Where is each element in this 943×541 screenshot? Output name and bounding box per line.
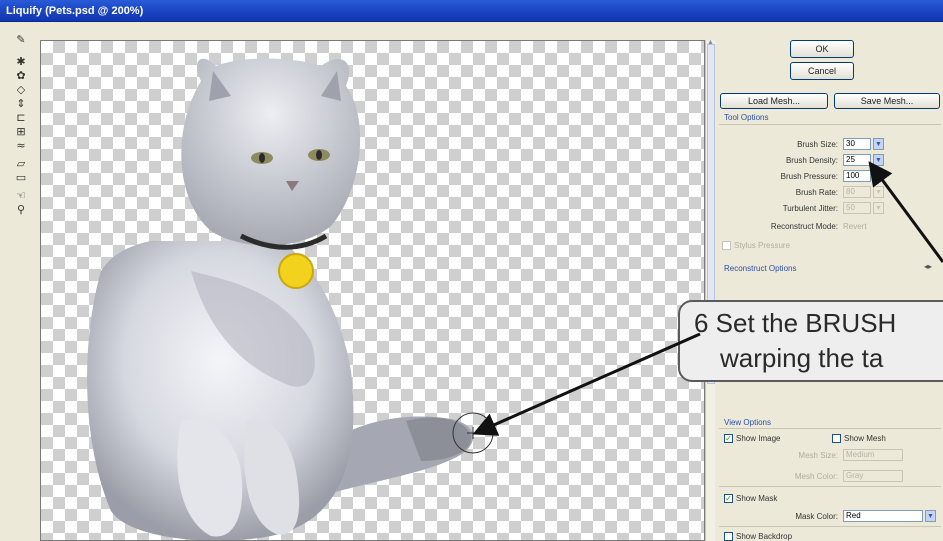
callout-layer: 6 Set the BRUSH warping the ta [0, 0, 943, 541]
arrow-to-canvas-icon [472, 332, 701, 436]
callout-arrows [472, 161, 943, 436]
arrow-to-density-icon [868, 161, 943, 263]
